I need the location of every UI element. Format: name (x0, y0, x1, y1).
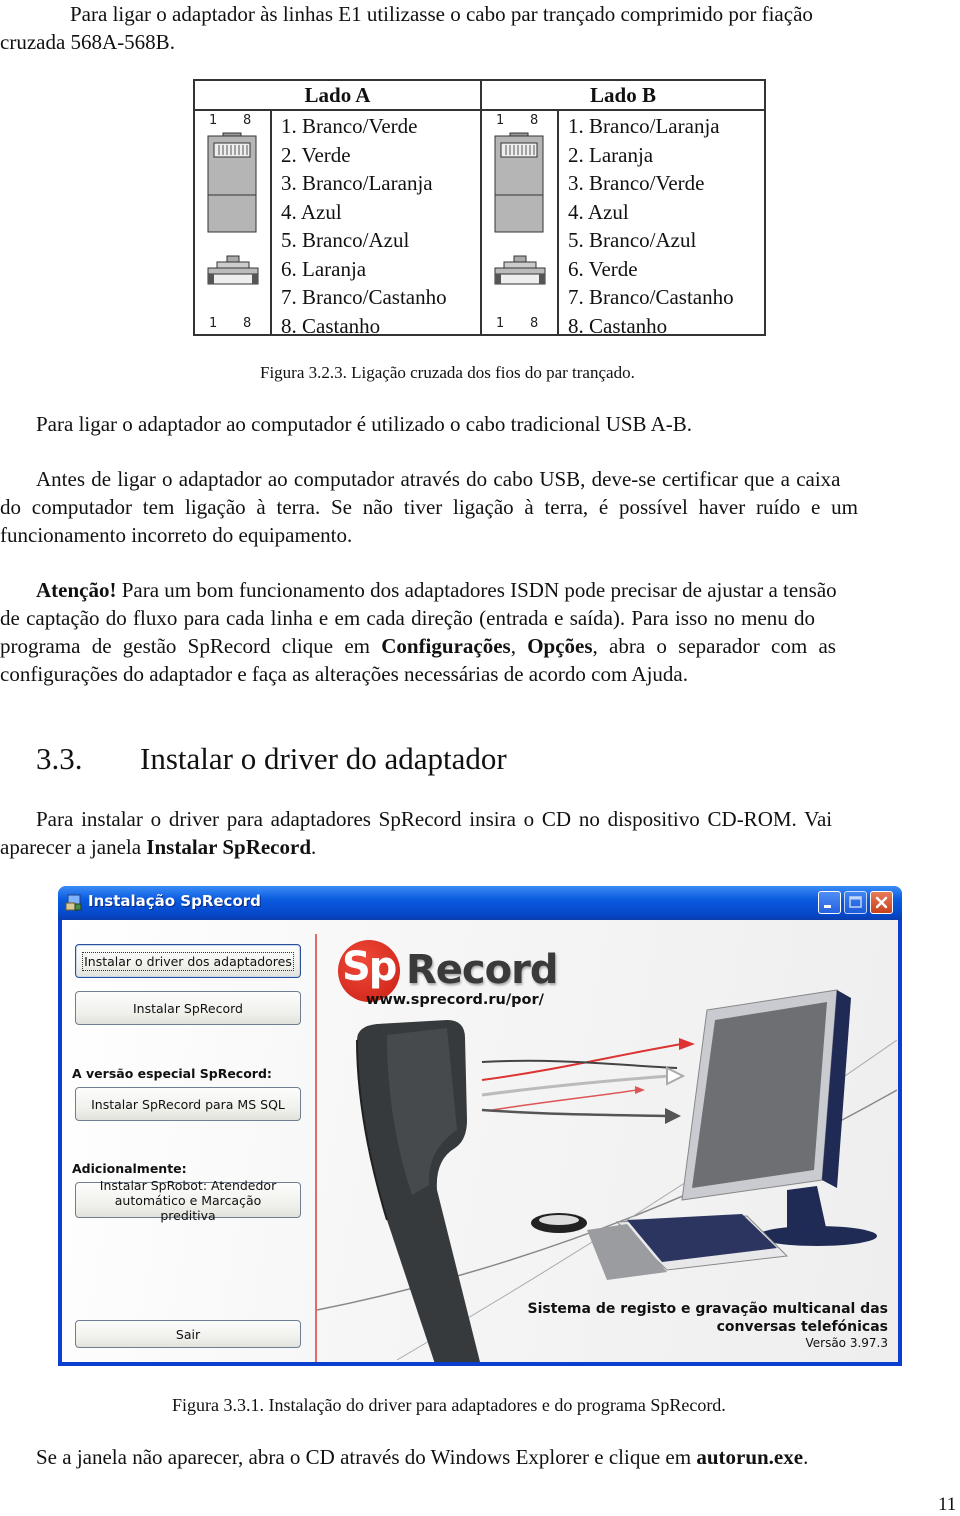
close-icon (875, 896, 888, 909)
page-number: 11 (938, 1494, 957, 1515)
tagline-line-1: Sistema de registo e gravação multicanal… (527, 1301, 888, 1317)
title-bar[interactable]: Instalação SpRecord (58, 886, 902, 920)
side-a-title: Lado A (195, 81, 480, 111)
computer-monitor-icon (681, 989, 877, 1246)
minimize-button[interactable] (818, 891, 841, 914)
pin-row: 5. Branco/Azul (568, 228, 697, 252)
pin-label-8-bottom: 8 (530, 316, 539, 331)
logo-sp-text: Sp (342, 944, 397, 990)
section-title: Instalar o driver do adaptador (140, 741, 507, 776)
figure-caption-2: Figura 3.3.1. Instalação do driver para … (172, 1395, 726, 1415)
phone-handset-icon (356, 1020, 480, 1362)
ground-line-2: do computador tem ligação à terra. Se nã… (0, 495, 858, 519)
install-line-2-a: aparecer a janela (0, 835, 147, 859)
attention-lead: Atenção! (36, 578, 117, 602)
rj45-connector-icon: 1 8 1 8 (195, 111, 272, 334)
installer-client-area: Instalar o driver dos adaptadores Instal… (62, 920, 898, 1362)
pin-label-1: 1 (209, 113, 218, 128)
pin-row: 5. Branco/Azul (281, 228, 410, 252)
pin-label-8: 8 (243, 113, 252, 128)
version-label: Versão 3.97.3 (805, 1336, 888, 1350)
wiring-table: Lado A 1 8 1 8 1. Branco/Verde 2. Verde … (193, 79, 766, 338)
window-name-ref: Instalar SpRecord (146, 835, 312, 859)
install-sprobot-label: Instalar SpRobot: Atendedor automático e… (99, 1177, 277, 1223)
window-title: Instalação SpRecord (88, 892, 261, 910)
pin-row: 1. Branco/Verde (281, 114, 418, 138)
install-line-1: Para instalar o driver para adaptadores … (36, 807, 833, 831)
install-driver-label: Instalar o driver dos adaptadores (82, 951, 294, 971)
maximize-icon (849, 896, 862, 908)
pin-row: 2. Verde (281, 142, 351, 167)
side-a-pin-list: 1. Branco/Verde 2. Verde 3. Branco/Laran… (281, 112, 447, 340)
attention-line-2: de captação do fluxo para cada linha e e… (0, 606, 816, 630)
install-mssql-button[interactable]: Instalar SpRecord para MS SQL (75, 1087, 301, 1121)
wiring-side-b: Lado B 1 8 1 8 1. Branco/Laranja 2. Lara… (482, 81, 764, 338)
pin-row: 7. Branco/Castanho (281, 285, 447, 309)
installer-window: Instalação SpRecord Instalar o driver do… (58, 886, 902, 1366)
pin-row: 4. Azul (281, 199, 342, 224)
autorun-filename: autorun.exe (696, 1445, 804, 1469)
ground-line-1: Antes de ligar o adaptador ao computador… (36, 467, 841, 491)
wiring-side-a: Lado A 1 8 1 8 1. Branco/Verde 2. Verde … (195, 81, 482, 338)
minimize-icon (824, 905, 831, 908)
pin-row: 2. Laranja (568, 142, 654, 167)
logo-url[interactable]: www.sprecord.ru/por/ (366, 992, 544, 1008)
pin-label-1-bottom: 1 (209, 316, 218, 331)
logo-record-text: Record (406, 947, 558, 993)
attention-line-3-b: , (510, 634, 528, 658)
side-b-title: Lado B (482, 81, 764, 111)
install-line-2: aparecer a janela Instalar SpRecord. (0, 833, 316, 861)
keyboard-icon (587, 1214, 789, 1280)
exit-label: Sair (175, 1326, 201, 1342)
intro-line-1: Para ligar o adaptador às linhas E1 util… (70, 2, 813, 26)
additional-label: Adicionalmente: (72, 1161, 187, 1176)
pin-row: 1. Branco/Laranja (568, 114, 720, 138)
usb-paragraph: Para ligar o adaptador ao computador é u… (36, 412, 693, 436)
installer-app-icon (65, 894, 82, 911)
pin-row: 8. Castanho (281, 313, 381, 338)
ground-line-3: funcionamento incorreto do equipamento. (0, 523, 353, 547)
mouse-icon (531, 1213, 587, 1233)
pin-row: 3. Branco/Verde (568, 171, 705, 195)
pin-row: 7. Branco/Castanho (568, 285, 734, 309)
attention-line-1-text: Para um bom funcionamento dos adaptadore… (116, 578, 837, 602)
pin-row: 8. Castanho (568, 313, 668, 338)
section-number: 3.3. (36, 741, 83, 776)
autorun-text: Se a janela não aparecer, abra o CD atra… (36, 1445, 697, 1469)
signal-arrows-icon (481, 1038, 695, 1124)
pin-row: 4. Azul (568, 199, 629, 224)
side-b-pin-list: 1. Branco/Laranja 2. Laranja 3. Branco/V… (568, 112, 734, 340)
tagline-line-2: conversas telefónicas (716, 1319, 888, 1335)
rj45-connector-icon: 1 8 1 8 (482, 111, 559, 334)
install-driver-button[interactable]: Instalar o driver dos adaptadores (75, 944, 301, 978)
attention-line-3-a: programa de gestão SpRecord clique em (0, 634, 382, 658)
install-sprecord-button[interactable]: Instalar SpRecord (75, 991, 301, 1025)
pin-label-1-bottom: 1 (496, 316, 505, 331)
menu-opcoes: Opções (527, 634, 593, 658)
attention-line-3-c: , abra o separador com as (592, 634, 836, 658)
exit-button[interactable]: Sair (75, 1320, 301, 1348)
attention-line-4: configurações do adaptador e faça as alt… (0, 662, 688, 686)
autorun-paragraph: Se a janela não aparecer, abra o CD atra… (36, 1443, 808, 1471)
install-mssql-label: Instalar SpRecord para MS SQL (91, 1096, 285, 1112)
maximize-button[interactable] (844, 891, 867, 914)
special-version-label: A versão especial SpRecord: (72, 1066, 272, 1081)
install-sprobot-button[interactable]: Instalar SpRobot: Atendedor automático e… (75, 1178, 301, 1223)
pin-row: 3. Branco/Laranja (281, 171, 433, 195)
figure-caption-1: Figura 3.2.3. Ligação cruzada dos fios d… (260, 363, 635, 382)
product-tagline: Sistema de registo e gravação multicanal… (528, 1300, 888, 1336)
pin-label-1: 1 (496, 113, 505, 128)
pin-label-8-bottom: 8 (243, 316, 252, 331)
attention-line-1: Atenção! Para um bom funcionamento dos a… (36, 576, 837, 604)
attention-line-3: programa de gestão SpRecord clique em Co… (0, 632, 836, 660)
autorun-period: . (803, 1445, 809, 1469)
pin-label-8: 8 (530, 113, 539, 128)
pin-row: 6. Laranja (281, 256, 367, 281)
menu-configuracoes: Configurações (381, 634, 511, 658)
install-sprecord-label: Instalar SpRecord (133, 1000, 243, 1016)
close-button[interactable] (870, 891, 893, 914)
intro-line-2: cruzada 568A-568B. (0, 30, 175, 54)
pin-row: 6. Verde (568, 256, 638, 281)
install-line-2-b: . (311, 835, 317, 859)
